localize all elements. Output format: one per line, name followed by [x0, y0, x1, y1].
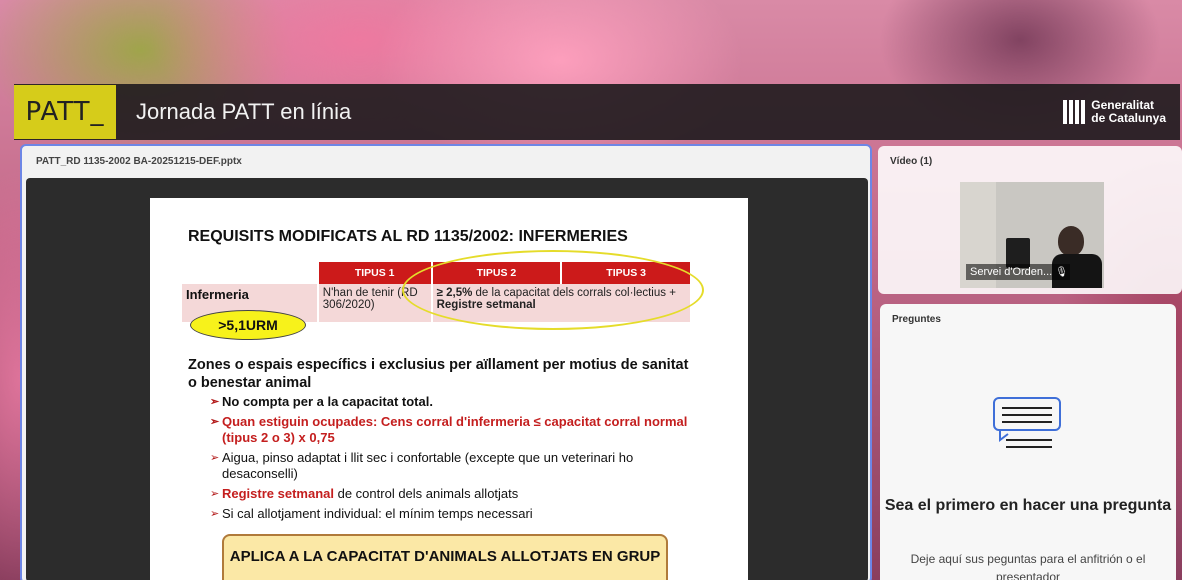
generalitat-emblem-icon: [1063, 100, 1086, 124]
participant-name: Servei d'Orden...: [970, 266, 1053, 278]
highlight-ellipse: [402, 250, 704, 330]
list-item: Aigua, pinso adaptat i llit sec i confor…: [210, 450, 710, 482]
video-tile[interactable]: Servei d'Orden... 🎙: [960, 182, 1104, 288]
microphone-icon: 🎙: [1055, 266, 1068, 278]
questions-pod-label: Preguntes: [892, 314, 941, 325]
event-title: Jornada PATT en línia: [136, 99, 352, 124]
video-pod-label: Vídeo (1): [890, 156, 933, 167]
list-item: Quan estiguin ocupades: Cens corral d'in…: [210, 414, 710, 446]
share-pod: PATT_RD 1135-2002 BA-20251215-DEF.pptx R…: [20, 144, 872, 580]
empty-questions-subtext: Deje aquí sus peguntas para el anfitrión…: [910, 552, 1146, 580]
zones-heading: Zones o espais específics i exclusius pe…: [188, 357, 689, 391]
chat-bubble-icon: [993, 397, 1061, 448]
empty-questions-heading: Sea el primero en hacer una pregunta: [884, 497, 1172, 514]
org-name-line2: de Catalunya: [1091, 111, 1166, 125]
table-header-empty: [182, 262, 319, 284]
logo-text: PATT_: [25, 97, 105, 127]
capacity-callout-box: APLICA A LA CAPACITAT D'ANIMALS ALLOTJAT…: [222, 534, 668, 580]
generalitat-logo: Generalitat de Catalunya: [1063, 99, 1166, 125]
video-pod: Vídeo (1) Servei d'Orden... 🎙: [878, 146, 1182, 294]
patt-logo: PATT_: [14, 85, 116, 139]
file-name: PATT_RD 1135-2002 BA-20251215-DEF.pptx: [36, 156, 242, 167]
requirements-list: No compta per a la capacitat total. Quan…: [210, 394, 710, 526]
list-item: Registre setmanal de control dels animal…: [210, 486, 710, 502]
list-item-text: de control dels animals allotjats: [334, 486, 519, 501]
slide: REQUISITS MODIFICATS AL RD 1135/2002: IN…: [150, 198, 748, 580]
participant-name-tag: Servei d'Orden... 🎙: [966, 264, 1070, 280]
questions-pod: Preguntes Sea el primero en hacer una pr…: [880, 304, 1176, 580]
list-item-red-text: Registre setmanal: [222, 486, 334, 501]
urm-badge: >5,1URM: [190, 310, 306, 340]
header-bar: PATT_ Jornada PATT en línia Generalitat …: [14, 84, 1180, 140]
list-item: No compta per a la capacitat total.: [210, 394, 710, 410]
presentation-stage: REQUISITS MODIFICATS AL RD 1135/2002: IN…: [26, 178, 868, 580]
list-item: Si cal allotjament individual: el mínim …: [210, 506, 710, 522]
slide-title: REQUISITS MODIFICATS AL RD 1135/2002: IN…: [188, 228, 628, 245]
participant-head: [1058, 226, 1084, 256]
